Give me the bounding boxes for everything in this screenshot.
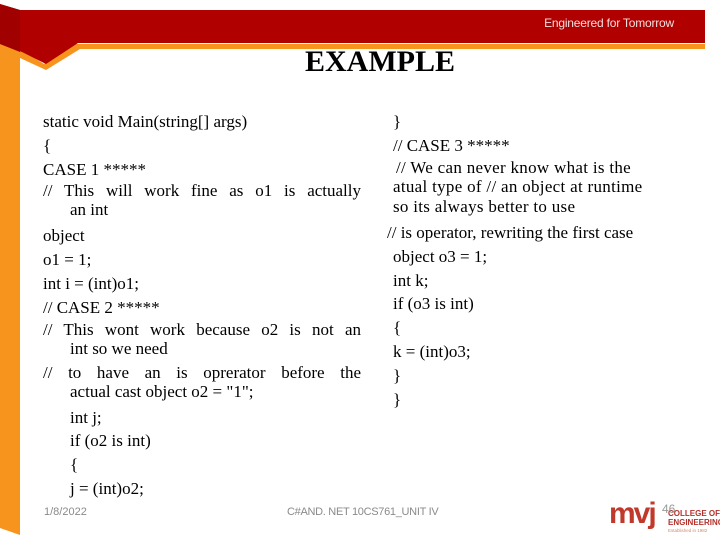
code-line: // We can never know what is the [396, 157, 631, 177]
code-line: { [70, 455, 79, 475]
left-code-column: static void Main(string[] args) { CASE 1… [43, 110, 361, 501]
slide-title: EXAMPLE [305, 45, 455, 78]
code-line: // to have an is oprerator before the [43, 362, 361, 382]
code-line: object [43, 226, 85, 246]
footer-date: 1/8/2022 [44, 506, 87, 518]
code-line: // This wont work because o2 is not an [43, 319, 361, 339]
code-line: o1 = 1; [43, 250, 92, 270]
logo-tagline: Established in 1982 [668, 528, 708, 533]
code-line: } [393, 389, 402, 409]
footer-course: C#AND. NET 10CS761_UNIT IV [287, 506, 439, 518]
code-line: { [393, 318, 402, 338]
right-code-column: } // CASE 3 ***** // We can never know w… [387, 110, 685, 411]
code-line: // This will work fine as o1 is actually [43, 181, 361, 201]
code-line: so its always better to use [393, 196, 576, 216]
code-line: actual cast object o2 = "1"; [70, 381, 254, 401]
code-line: { [43, 135, 52, 155]
code-line: object o3 = 1; [393, 246, 488, 266]
banner-tagline: Engineered for Tomorrow [544, 16, 674, 30]
code-line: } [393, 365, 402, 385]
code-line: if (o3 is int) [393, 294, 474, 314]
slide-number: 46 [662, 502, 676, 516]
code-line: atual type of // an object at runtime [393, 177, 643, 197]
logo-mark: mvj [609, 497, 657, 530]
code-line: j = (int)o2; [70, 478, 144, 498]
code-line: int k; [393, 270, 429, 290]
code-line: CASE 1 ***** [43, 159, 146, 179]
code-line: static void Main(string[] args) [43, 112, 248, 131]
logo-line2: ENGINEERING [668, 517, 720, 527]
code-line: // is operator, rewriting the first case [387, 223, 634, 243]
code-line: // CASE 3 ***** [393, 135, 510, 155]
code-line: int so we need [70, 338, 168, 358]
code-line: k = (int)o3; [393, 342, 471, 362]
logo-name: COLLEGE OF ENGINEERING [668, 509, 720, 527]
code-line: int i = (int)o1; [43, 273, 139, 293]
code-line: // CASE 2 ***** [43, 297, 160, 317]
code-line: an int [70, 200, 109, 220]
code-line: int j; [70, 407, 102, 427]
code-line: } [393, 112, 402, 131]
code-line: if (o2 is int) [70, 431, 151, 451]
